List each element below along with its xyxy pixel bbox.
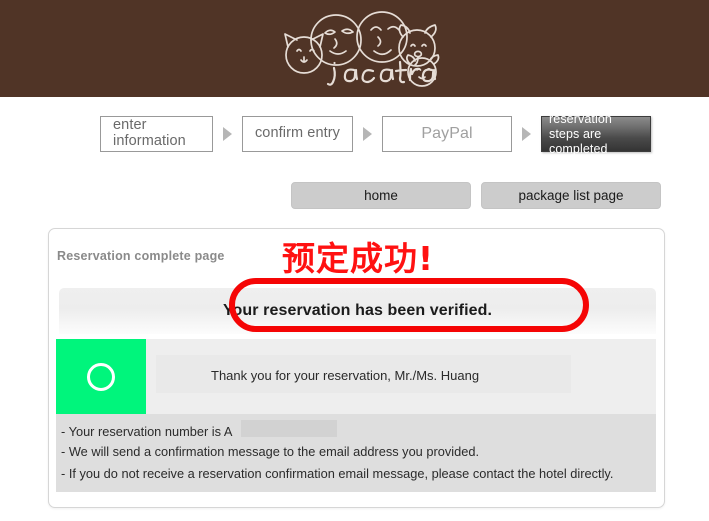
- package-list-page-button[interactable]: package list page: [481, 182, 661, 209]
- verified-message: Your reservation has been verified.: [222, 302, 493, 319]
- note-confirmation-email: - We will send a confirmation message to…: [61, 444, 479, 459]
- jacatra-logo[interactable]: [272, 6, 442, 92]
- reservation-complete-card: Reservation complete page 预定成功! Your res…: [48, 228, 665, 508]
- nav-button-group: home package list page: [291, 182, 661, 209]
- thanks-message: Thank you for your reservation, Mr./Ms. …: [211, 368, 480, 383]
- thanks-panel: Thank you for your reservation, Mr./Ms. …: [146, 339, 656, 414]
- logo-artwork-icon: [284, 11, 440, 87]
- note-reservation-number: - Your reservation number is A: [61, 424, 233, 439]
- redacted-reservation-number: [241, 420, 337, 437]
- note-contact-hotel: - If you do not receive a reservation co…: [61, 466, 614, 481]
- circle-outline-icon: [87, 362, 115, 391]
- step-confirm-entry[interactable]: confirm entry: [242, 116, 353, 152]
- triangle-right-icon-2: [363, 127, 372, 141]
- home-button[interactable]: home: [291, 182, 471, 209]
- triangle-right-icon-1: [223, 127, 232, 141]
- site-header: [0, 0, 709, 97]
- step-paypal[interactable]: PayPal: [382, 116, 512, 152]
- page-title: Reservation complete page: [57, 249, 225, 263]
- triangle-right-icon-3: [522, 127, 531, 141]
- verified-banner: Your reservation has been verified.: [59, 288, 656, 334]
- notes-panel: - Your reservation number is A - We will…: [56, 414, 656, 492]
- page-root: enter information confirm entry PayPal r…: [0, 0, 709, 521]
- step-completed: reservation steps are completed: [541, 112, 651, 156]
- status-badge: [56, 339, 146, 414]
- reservation-steps: enter information confirm entry PayPal r…: [100, 112, 651, 156]
- step-enter-information[interactable]: enter information: [100, 116, 213, 152]
- chinese-annotation: 预定成功!: [282, 239, 435, 278]
